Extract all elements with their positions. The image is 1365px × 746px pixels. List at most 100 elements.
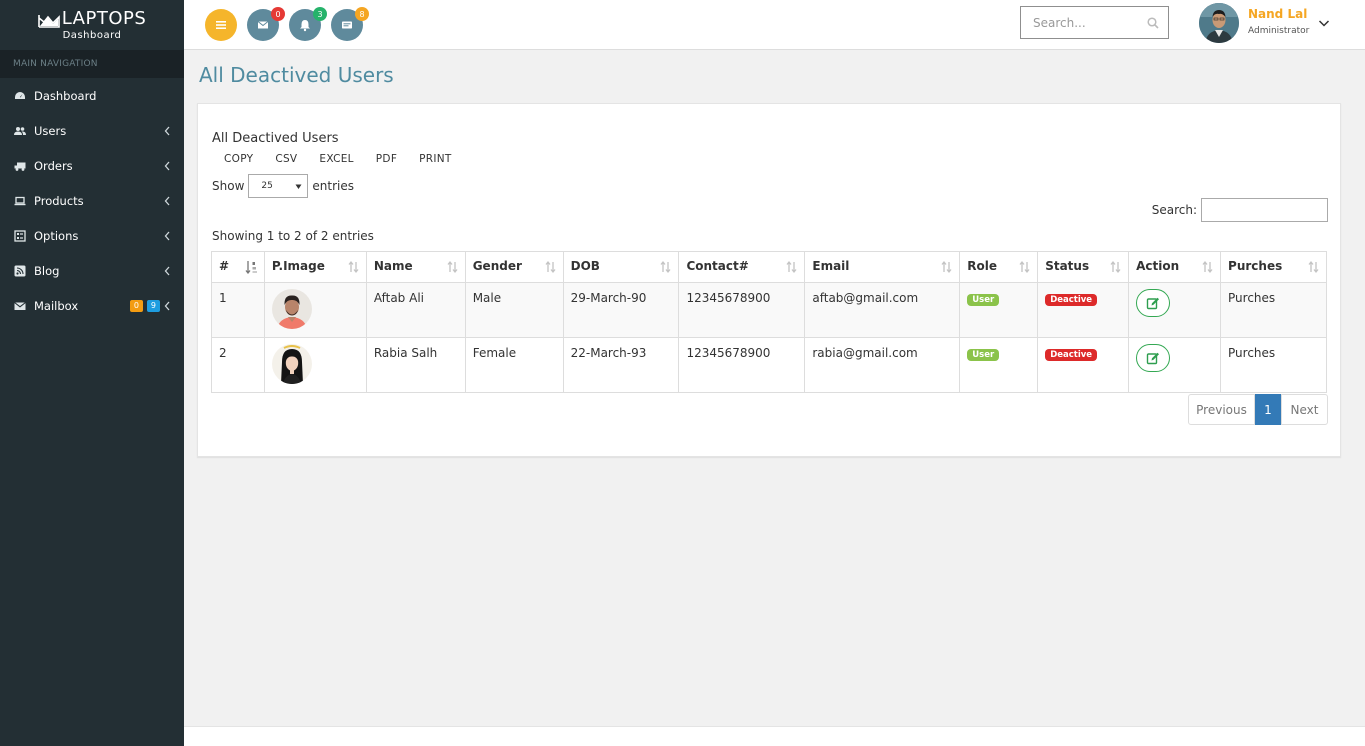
topbar: 0 3 8 Nand Lal Administrator	[184, 0, 1365, 50]
table-search: Search:	[1152, 198, 1328, 222]
column-header-label: Role	[967, 259, 998, 273]
edit-icon	[1146, 297, 1160, 310]
next-page-button[interactable]: Next	[1281, 394, 1328, 425]
column-header-contact[interactable]: Contact#	[678, 251, 806, 283]
search-icon[interactable]	[1147, 17, 1159, 29]
truck-icon	[14, 160, 26, 172]
top-search-box	[1020, 6, 1169, 39]
table-header-row: # P.Image Name Gender DOB Contact# Email…	[211, 251, 1327, 283]
sidebar-item-mailbox[interactable]: Mailbox 0 9	[0, 288, 184, 323]
column-header-label: Status	[1045, 259, 1090, 273]
cell-action	[1128, 337, 1222, 393]
cell-purches[interactable]: Purches	[1220, 282, 1327, 338]
cell-role: User	[959, 282, 1039, 338]
table-row: 1 Aftab Ali Male 29-March-90 12345678900…	[211, 282, 1327, 338]
chevron-left-icon	[164, 300, 171, 311]
column-header-pimage[interactable]: P.Image	[263, 251, 367, 283]
sidebar-item-options[interactable]: Options	[0, 218, 184, 253]
column-header-gender[interactable]: Gender	[464, 251, 564, 283]
user-avatar[interactable]	[1199, 3, 1239, 43]
top-search-input[interactable]	[1033, 15, 1143, 30]
column-header-label: Purches	[1228, 259, 1283, 273]
footer	[184, 726, 1365, 746]
column-header-purches[interactable]: Purches	[1220, 251, 1327, 283]
hamburger-icon	[216, 21, 226, 29]
sidebar-item-dashboard[interactable]: Dashboard	[0, 78, 184, 113]
column-header-role[interactable]: Role	[959, 251, 1039, 283]
sidebar-item-users[interactable]: Users	[0, 113, 184, 148]
csv-button[interactable]: CSV	[275, 153, 297, 165]
cell-email: aftab@gmail.com	[804, 282, 961, 338]
messages-button[interactable]: 0	[247, 7, 285, 41]
sidebar-item-label: Dashboard	[34, 88, 97, 103]
entries-select[interactable]: 25	[248, 174, 309, 198]
previous-page-button[interactable]: Previous	[1188, 394, 1255, 425]
status-badge: Deactive	[1045, 294, 1098, 306]
column-header-label: Name	[373, 259, 413, 273]
mountain-logo-icon	[37, 14, 60, 28]
sort-icon	[348, 260, 359, 274]
column-header-status[interactable]: Status	[1037, 251, 1130, 283]
copy-button[interactable]: COPY	[224, 153, 253, 165]
excel-button[interactable]: EXCEL	[319, 153, 353, 165]
sidebar-item-products[interactable]: Products	[0, 183, 184, 218]
brand-logo[interactable]: LAPTOPS Dashboard	[0, 0, 184, 50]
card-icon	[342, 21, 352, 29]
column-header-name[interactable]: Name	[365, 251, 466, 283]
chevron-left-icon	[164, 230, 171, 241]
user-avatar-image	[1199, 3, 1239, 43]
user-photo	[271, 289, 312, 329]
edit-icon	[1146, 352, 1160, 365]
menu-toggle-button[interactable]	[205, 9, 237, 41]
entries-select-value: 25	[261, 181, 273, 191]
pdf-button[interactable]: PDF	[376, 153, 397, 165]
sidebar-item-label: Mailbox	[34, 298, 79, 313]
cell-role: User	[959, 337, 1039, 393]
entries-length-control: Show 25 entries	[212, 174, 354, 198]
page-1-button[interactable]: 1	[1255, 394, 1281, 425]
column-header-label: DOB	[570, 259, 600, 273]
sort-icon	[941, 260, 952, 274]
column-header-action[interactable]: Action	[1128, 251, 1222, 283]
chevron-down-icon[interactable]	[1318, 18, 1330, 28]
edit-button[interactable]	[1136, 289, 1171, 317]
user-name[interactable]: Nand Lal	[1248, 7, 1307, 21]
cell-status: Deactive	[1037, 337, 1130, 393]
cell-purches[interactable]: Purches	[1220, 337, 1327, 393]
options-icon	[14, 229, 26, 242]
users-table-box: All Deactived Users COPY CSV EXCEL PDF P…	[197, 103, 1341, 457]
cell-dob: 29-March-90	[562, 282, 680, 338]
notifications-count-badge: 3	[313, 7, 327, 21]
pagination: Previous 1 Next	[1188, 394, 1328, 425]
cell-gender: Male	[464, 282, 564, 338]
column-header-email[interactable]: Email	[804, 251, 961, 283]
column-header-dob[interactable]: DOB	[562, 251, 680, 283]
cell-action	[1128, 282, 1222, 338]
rss-icon	[14, 265, 26, 277]
sidebar-item-blog[interactable]: Blog	[0, 253, 184, 288]
sort-icon	[1110, 260, 1121, 274]
show-label: Show	[212, 179, 245, 193]
edit-button[interactable]	[1136, 344, 1171, 372]
sort-icon	[1019, 260, 1030, 274]
cell-num: 2	[211, 337, 265, 393]
messages-count-badge: 0	[271, 7, 285, 21]
tasks-button[interactable]: 8	[331, 7, 369, 41]
entries-label: entries	[312, 179, 354, 193]
sort-active-icon	[245, 261, 257, 274]
notifications-button[interactable]: 3	[289, 7, 327, 41]
print-button[interactable]: PRINT	[419, 153, 452, 165]
sidebar-item-orders[interactable]: Orders	[0, 148, 184, 183]
mailbox-badge-orange: 0	[129, 300, 143, 312]
bell-icon	[300, 20, 310, 32]
column-header-num[interactable]: #	[211, 251, 265, 283]
role-badge: User	[967, 294, 1000, 306]
cell-email: rabia@gmail.com	[804, 337, 961, 393]
box-title: All Deactived Users	[212, 131, 339, 146]
dashboard-icon	[14, 90, 26, 102]
table-row: 2 Rabia Salh Female 22-March-93 12345678…	[211, 337, 1327, 393]
page-title: All Deactived Users	[199, 63, 394, 87]
cell-contact: 12345678900	[678, 337, 806, 393]
table-search-input[interactable]	[1201, 198, 1328, 222]
chevron-left-icon	[164, 265, 171, 276]
